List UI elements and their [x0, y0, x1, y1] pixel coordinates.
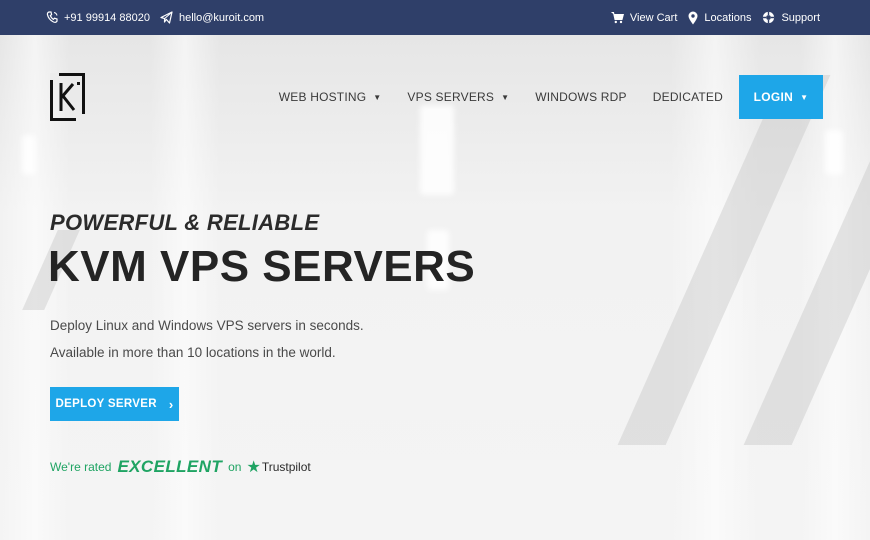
view-cart-label: View Cart [629, 11, 678, 24]
phone-number: +91 99914 88020 [64, 11, 150, 24]
trustpilot-logo: ★ Trustpilot [246, 457, 310, 477]
rating-prefix: We're rated [50, 460, 112, 474]
nav-dedicated[interactable]: DEDICATED [653, 90, 723, 104]
rating-grade: EXCELLENT [117, 457, 223, 476]
rating-on: on [228, 460, 242, 474]
top-bar: +91 99914 88020 hello@kuroit.com View Ca… [0, 0, 870, 35]
view-cart-link[interactable]: View Cart [611, 11, 677, 24]
trustpilot-rating[interactable]: We're rated EXCELLENT on ★ Trustpilot [50, 456, 311, 478]
main-nav: WEB HOSTING ▼ VPS SERVERS ▼ WINDOWS RDP … [253, 75, 823, 119]
utility-group: View Cart Locations Support [600, 11, 820, 25]
nav-item-label: VPS SERVERS [407, 90, 495, 104]
kuroit-logo[interactable] [50, 73, 85, 121]
locations-link[interactable]: Locations [688, 11, 751, 25]
phone-icon [46, 11, 58, 23]
nav-web-hosting[interactable]: WEB HOSTING ▼ [279, 90, 382, 104]
support-label: Support [781, 11, 820, 24]
nav-item-label: WEB HOSTING [278, 90, 367, 104]
hero-subtitle: POWERFUL & RELIABLE [50, 210, 320, 235]
chevron-down-icon: ▼ [501, 92, 510, 102]
chevron-right-icon: › [168, 396, 174, 412]
email-address: hello@kuroit.com [178, 11, 265, 24]
chevron-down-icon: ▼ [800, 92, 809, 102]
hero-title: KVM VPS SERVERS [48, 242, 476, 291]
deploy-server-button[interactable]: DEPLOY SERVER › [50, 387, 179, 421]
hero-description-line-2: Available in more than 10 locations in t… [50, 345, 336, 360]
locations-label: Locations [704, 11, 752, 24]
lifebuoy-icon [763, 11, 775, 24]
login-button[interactable]: LOGIN ▼ [739, 75, 823, 119]
k-logo-mark [50, 73, 85, 121]
email-link[interactable]: hello@kuroit.com [160, 11, 264, 24]
cart-icon [611, 11, 624, 24]
nav-vps-servers[interactable]: VPS SERVERS ▼ [407, 90, 509, 104]
phone-link[interactable]: +91 99914 88020 [46, 11, 150, 24]
paper-plane-icon [160, 11, 173, 24]
deploy-server-label: DEPLOY SERVER [55, 398, 157, 410]
chevron-down-icon: ▼ [373, 92, 382, 102]
nav-item-label: DEDICATED [652, 90, 723, 104]
nav-windows-rdp[interactable]: WINDOWS RDP [535, 90, 627, 104]
hero-description-line-1: Deploy Linux and Windows VPS servers in … [50, 318, 364, 333]
map-pin-icon [688, 11, 698, 24]
ceiling-light [22, 135, 36, 175]
ceiling-light [825, 130, 843, 175]
nav-item-label: WINDOWS RDP [535, 90, 627, 104]
support-link[interactable]: Support [762, 11, 820, 24]
login-label: LOGIN [753, 90, 794, 104]
contact-group: +91 99914 88020 hello@kuroit.com [46, 11, 274, 24]
trustpilot-label: Trustpilot [261, 460, 311, 474]
star-icon: ★ [246, 459, 261, 476]
